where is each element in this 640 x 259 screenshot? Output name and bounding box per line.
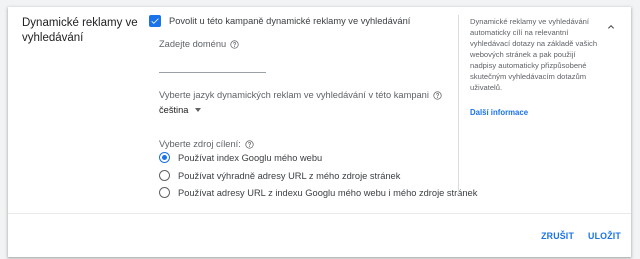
help-icon[interactable] [245,139,254,149]
radio-label: Používat výhradně adresy URL z mého zdro… [178,170,401,181]
divider [8,213,631,214]
enable-dsa-label: Povolit u této kampaně dynamické reklamy… [169,16,411,26]
section-title: Dynamické reklamy ve vyhledávání [22,17,138,44]
domain-input[interactable] [159,53,266,73]
help-panel: Dynamické reklamy ve vyhledávání automat… [458,15,598,195]
domain-label: Zadejte doménu [159,39,227,49]
targeting-label-row: Vyberte zdroj cílení: [159,139,254,149]
dropdown-arrow-icon [195,108,202,112]
help-icon[interactable] [230,39,239,49]
targeting-option-google-index[interactable]: Používat index Googlu mého webu [159,152,322,163]
enable-dsa-row[interactable]: Povolit u této kampaně dynamické reklamy… [149,15,410,27]
targeting-label: Vyberte zdroj cílení: [159,139,241,149]
settings-form: Povolit u této kampaně dynamické reklamy… [149,7,477,212]
save-button[interactable]: ULOŽIT [574,231,621,241]
targeting-option-both[interactable]: Používat adresy URL z indexu Googlu mého… [159,187,477,198]
checkmark-icon [151,18,159,24]
radio-label: Používat index Googlu mého webu [178,152,323,163]
language-select-value: čeština [159,105,189,115]
help-icon[interactable] [433,90,442,100]
radio-label: Používat adresy URL z indexu Googlu mého… [178,187,478,198]
learn-more-link[interactable]: Další informace [470,108,598,117]
chevron-up-icon [608,25,614,29]
action-bar: ZRUŠIT ULOŽIT [527,231,621,241]
cancel-button[interactable]: ZRUŠIT [527,231,574,241]
radio-button[interactable] [159,187,170,198]
language-label-row: Vyberte jazyk dynamických reklam ve vyhl… [159,90,442,100]
dsa-settings-card: Dynamické reklamy ve vyhledávání Povolit… [8,7,631,257]
language-label: Vyberte jazyk dynamických reklam ve vyhl… [159,90,429,100]
enable-dsa-checkbox[interactable] [149,15,161,27]
radio-button[interactable] [159,170,170,181]
help-text: Dynamické reklamy ve vyhledávání automat… [470,17,598,92]
collapse-button[interactable] [604,20,618,34]
language-select[interactable]: čeština [159,105,202,115]
targeting-option-page-feed[interactable]: Používat výhradně adresy URL z mého zdro… [159,170,400,181]
domain-label-row: Zadejte doménu [159,39,239,49]
radio-button[interactable] [159,152,170,163]
